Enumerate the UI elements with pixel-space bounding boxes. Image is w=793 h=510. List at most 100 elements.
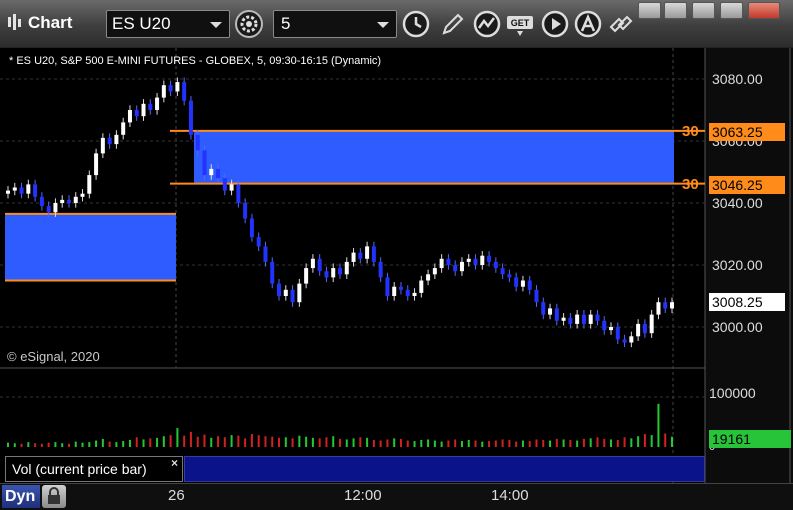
volume-bar — [603, 438, 606, 447]
volume-bar — [156, 437, 159, 447]
volume-bar — [108, 441, 111, 447]
candle-body — [127, 110, 132, 123]
volume-bar — [162, 436, 165, 447]
candle-body — [426, 274, 431, 281]
maximize-button[interactable] — [720, 2, 743, 19]
volume-bar — [95, 440, 98, 447]
get-data-icon[interactable]: GET — [505, 9, 537, 39]
candle-body — [277, 283, 282, 296]
last-volume-tag: 19161 — [709, 430, 791, 448]
candle-body — [629, 336, 634, 343]
candle-body — [304, 268, 309, 284]
candle-body — [588, 314, 593, 324]
volume-study-label[interactable]: Vol (current price bar) — [5, 456, 183, 482]
minimize-button[interactable] — [692, 2, 715, 19]
lock-icon[interactable] — [42, 485, 66, 508]
volume-bar — [237, 435, 240, 447]
volume-tick-label: 100000 — [709, 385, 756, 401]
title-bar: Chart ES U20 5 GET — [0, 0, 793, 48]
candle-body — [500, 268, 505, 275]
candle-body — [256, 237, 261, 247]
volume-bar — [135, 437, 138, 447]
candle-body — [548, 308, 553, 315]
candle-body — [236, 184, 241, 203]
symbol-input[interactable]: ES U20 — [106, 10, 230, 38]
volume-bar — [101, 438, 104, 447]
settings-gear-icon[interactable] — [234, 9, 264, 39]
volume-bar — [345, 439, 348, 447]
volume-bar — [13, 443, 16, 447]
volume-bar — [542, 439, 545, 447]
restore-button[interactable] — [664, 2, 687, 19]
window-menu-button[interactable] — [638, 2, 661, 19]
close-button[interactable] — [748, 2, 780, 19]
volume-bar — [596, 437, 599, 447]
volume-bar — [34, 443, 37, 447]
volume-bar — [27, 442, 30, 447]
candle-body — [73, 196, 78, 203]
candle-body — [480, 255, 485, 265]
play-replay-icon[interactable] — [540, 9, 570, 39]
candle-body — [595, 314, 600, 321]
volume-bar — [67, 443, 70, 447]
link-icon[interactable] — [605, 9, 635, 39]
candle-body — [344, 261, 349, 275]
price-tick-label: 3040.00 — [712, 195, 763, 211]
volume-bar — [562, 439, 565, 447]
volume-bar — [20, 443, 23, 447]
pencil-draw-icon[interactable] — [438, 9, 468, 39]
candle-body — [202, 150, 207, 176]
volume-bar — [623, 437, 626, 447]
volume-bar — [501, 439, 504, 447]
volume-bar — [115, 442, 118, 447]
candle-body — [636, 323, 641, 337]
candle-body — [670, 302, 674, 309]
volume-bar — [413, 441, 416, 447]
candle-body — [365, 246, 370, 259]
volume-bar — [332, 436, 335, 447]
candle-body — [561, 317, 566, 321]
volume-bar — [366, 437, 369, 447]
volume-bar — [427, 439, 430, 447]
candle-body — [412, 292, 417, 296]
interval-input[interactable]: 5 — [273, 10, 397, 38]
prior-zone — [5, 213, 176, 281]
volume-bar — [481, 441, 484, 447]
candle-body — [466, 258, 471, 262]
candle-body — [161, 85, 166, 98]
volume-bar — [555, 438, 558, 447]
price-tick-label: 3020.00 — [712, 257, 763, 273]
dynamic-mode-button[interactable]: Dyn — [2, 485, 40, 508]
volume-bar — [637, 436, 640, 447]
volume-bar — [169, 435, 172, 447]
time-axis-label: 26 — [168, 487, 185, 504]
study-icon[interactable] — [472, 9, 502, 39]
volume-study-strip — [184, 456, 705, 482]
chart-canvas[interactable] — [0, 48, 793, 483]
volume-bar — [339, 438, 341, 447]
volume-bar — [535, 439, 538, 447]
candle-body — [398, 286, 403, 290]
chevron-down-icon[interactable] — [210, 22, 222, 28]
chevron-down-icon[interactable] — [377, 22, 389, 28]
volume-bar — [176, 428, 179, 447]
alert-icon[interactable] — [573, 9, 603, 39]
volume-bar — [467, 439, 470, 447]
volume-bar — [257, 435, 260, 447]
volume-bar — [7, 442, 9, 447]
volume-bar — [359, 437, 362, 447]
candle-body — [209, 168, 214, 176]
clock-icon[interactable] — [401, 9, 431, 39]
candle-body — [432, 268, 437, 275]
candle-body — [134, 110, 139, 117]
candle-body — [175, 82, 180, 92]
volume-bar — [223, 437, 226, 447]
candle-body — [87, 175, 92, 194]
candle-body — [514, 277, 519, 287]
close-study-icon[interactable]: × — [171, 456, 178, 470]
volume-bar — [40, 443, 43, 447]
candle-body — [575, 314, 580, 324]
volume-bar — [210, 437, 213, 447]
volume-bar — [671, 436, 673, 447]
volume-bar — [582, 438, 585, 447]
